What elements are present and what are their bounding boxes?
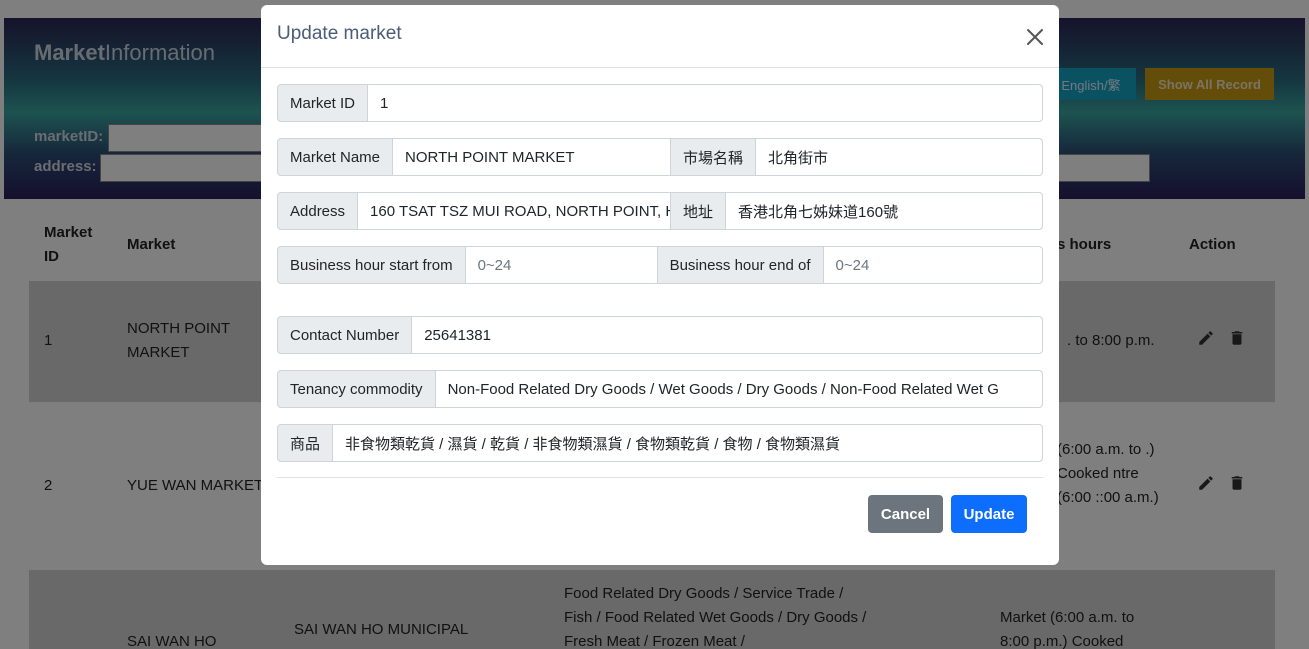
contact-input[interactable]: 25641381	[412, 316, 1043, 354]
tenancy-group: Tenancy commodity Non-Food Related Dry G…	[277, 370, 1043, 408]
hour-end-input[interactable]: 0~24	[823, 246, 1043, 284]
market-name-group: Market Name NORTH POINT MARKET 市場名稱 北角街市	[277, 138, 1043, 176]
address-input[interactable]: 160 TSAT TSZ MUI ROAD, NORTH POINT, H	[358, 192, 672, 230]
modal-title: Update market	[277, 23, 402, 44]
address-label: Address	[277, 192, 359, 230]
update-market-modal: Update market Market ID 1 Market Name NO…	[261, 5, 1059, 565]
address-zh-input[interactable]: 香港北角七姊妹道160號	[726, 192, 1043, 230]
tenancy-zh-label: 商品	[277, 424, 334, 462]
tenancy-input[interactable]: Non-Food Related Dry Goods / Wet Goods /…	[435, 370, 1043, 408]
tenancy-zh-group: 商品 非食物類乾貨 / 濕貨 / 乾貨 / 非食物類濕貨 / 食物類乾貨 / 食…	[277, 424, 1043, 462]
market-id-input[interactable]: 1	[368, 84, 1043, 122]
hour-end-label: Business hour end of	[657, 246, 824, 284]
cancel-button[interactable]: Cancel	[868, 495, 943, 533]
business-hours-group: Business hour start from 0~24 Business h…	[277, 246, 1043, 284]
update-button[interactable]: Update	[951, 495, 1027, 533]
contact-label: Contact Number	[277, 316, 413, 354]
contact-group: Contact Number 25641381	[277, 316, 1043, 354]
address-zh-label: 地址	[671, 192, 727, 230]
modal-footer-divider	[277, 477, 1043, 478]
market-name-zh-input[interactable]: 北角街市	[756, 138, 1043, 176]
market-name-input[interactable]: NORTH POINT MARKET	[393, 138, 672, 176]
market-id-group: Market ID 1	[277, 84, 1043, 122]
market-id-label: Market ID	[277, 84, 369, 122]
tenancy-zh-input[interactable]: 非食物類乾貨 / 濕貨 / 乾貨 / 非食物類濕貨 / 食物類乾貨 / 食物 /…	[333, 424, 1043, 462]
close-icon[interactable]	[1023, 25, 1047, 49]
hour-start-input[interactable]: 0~24	[465, 246, 658, 284]
market-name-zh-label: 市場名稱	[671, 138, 757, 176]
hour-start-label: Business hour start from	[277, 246, 466, 284]
modal-header: Update market	[261, 5, 1059, 68]
market-name-label: Market Name	[277, 138, 394, 176]
tenancy-label: Tenancy commodity	[277, 370, 436, 408]
address-group: Address 160 TSAT TSZ MUI ROAD, NORTH POI…	[277, 192, 1043, 230]
